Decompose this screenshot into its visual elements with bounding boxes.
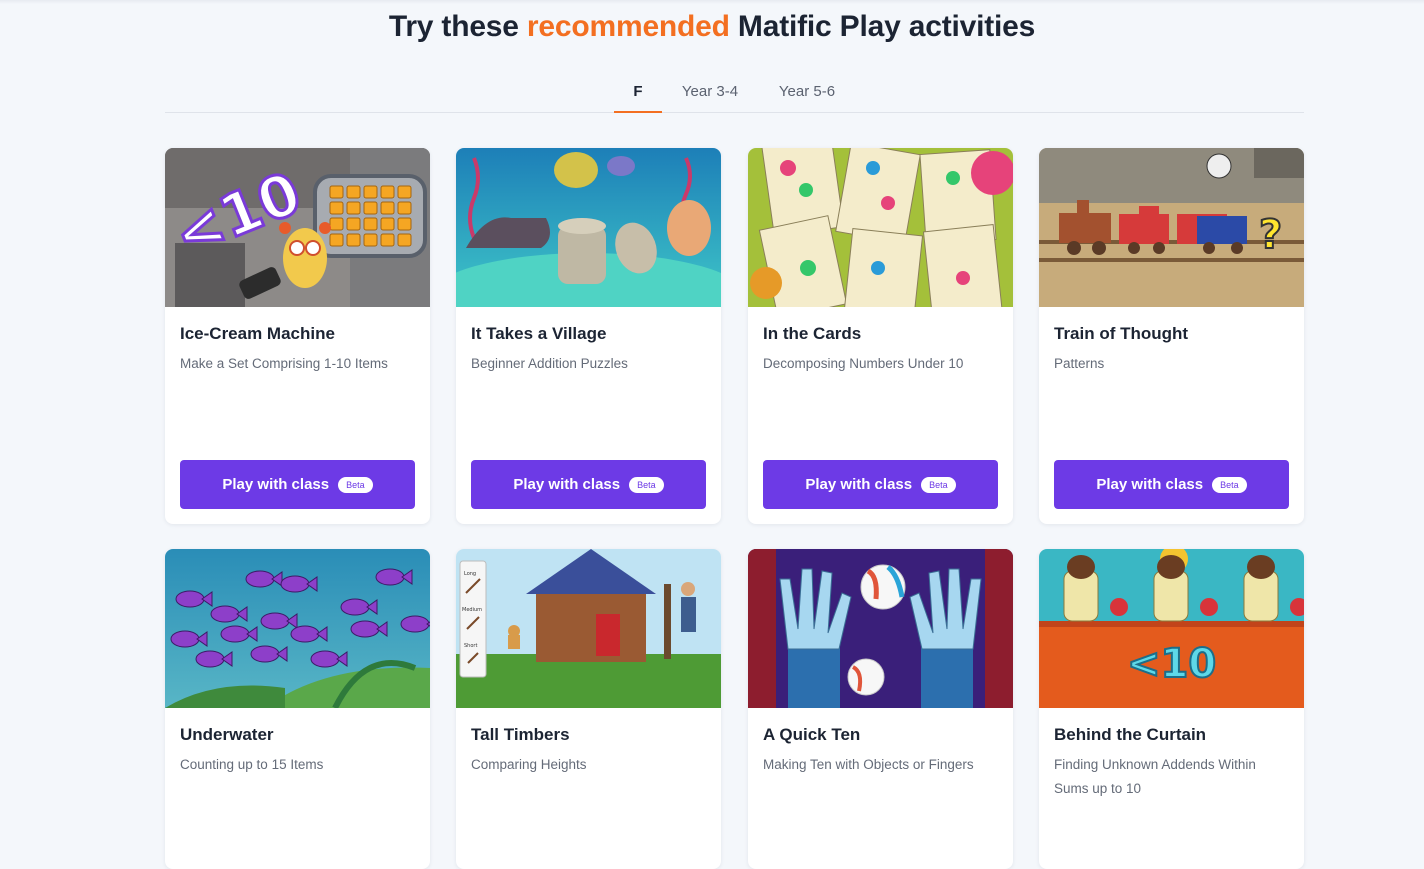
play-with-class-button[interactable]: Play with class Beta [180, 460, 415, 509]
card-title: Behind the Curtain [1054, 725, 1207, 744]
card-subtitle: Make a Set Comprising 1-10 Items [180, 356, 388, 371]
play-with-class-button[interactable]: Play with class Beta [763, 460, 998, 509]
activity-card-a-quick-ten[interactable]: A Quick Ten Making Ten with Objects or F… [748, 549, 1013, 869]
thumb-label-long: Long [464, 571, 476, 577]
page: Try these recommended Matific Play activ… [0, 0, 1424, 869]
activity-card-train-of-thought[interactable]: ? Train of Thought Patterns Play with cl… [1039, 148, 1304, 524]
page-title: Try these recommended Matific Play activ… [0, 10, 1424, 44]
beta-badge: Beta [1212, 476, 1247, 493]
beta-badge: Beta [338, 476, 373, 493]
play-button-label: Play with class [1096, 476, 1204, 493]
thumb-label-short: Short [464, 643, 477, 649]
activity-card-in-the-cards[interactable]: In the Cards Decomposing Numbers Under 1… [748, 148, 1013, 524]
card-title: Underwater [180, 725, 274, 744]
card-subtitle: Counting up to 15 Items [180, 757, 324, 772]
it-takes-a-village-thumbnail [456, 148, 721, 307]
card-title: A Quick Ten [763, 725, 861, 744]
play-button-label: Play with class [513, 476, 621, 493]
underwater-thumbnail [165, 549, 430, 708]
card-title: Ice-Cream Machine [180, 324, 335, 343]
play-button-label: Play with class [222, 476, 330, 493]
a-quick-ten-thumbnail [748, 549, 1013, 708]
tall-timbers-thumbnail: Long Medium Short [456, 549, 721, 708]
card-title: In the Cards [763, 324, 862, 343]
ice-cream-machine-thumbnail: <10 [165, 148, 430, 307]
thumb-label-medium: Medium [462, 607, 482, 613]
train-of-thought-thumbnail: ? [1039, 148, 1304, 307]
title-accent: recommended [526, 10, 730, 43]
card-subtitle: Decomposing Numbers Under 10 [763, 356, 964, 371]
tab-year-3-4[interactable]: Year 3-4 [679, 83, 741, 111]
in-the-cards-thumbnail [748, 148, 1013, 307]
beta-badge: Beta [921, 476, 956, 493]
play-button-label: Play with class [805, 476, 913, 493]
behind-the-curtain-thumbnail: <10 [1039, 549, 1304, 708]
thumb-number-text: <10 [1127, 641, 1216, 687]
title-suffix: Matific Play activities [729, 10, 1036, 43]
grade-tabs: F Year 3-4 Year 5-6 [165, 74, 1304, 113]
title-prefix: Try these [388, 10, 527, 43]
card-title: Train of Thought [1054, 324, 1189, 343]
tab-year-5-6[interactable]: Year 5-6 [776, 83, 838, 111]
card-subtitle: Comparing Heights [471, 757, 587, 772]
thumb-question-mark: ? [1259, 212, 1282, 258]
activity-card-behind-the-curtain[interactable]: <10 Behind the Curtain Finding Unknown A… [1039, 549, 1304, 869]
card-subtitle: Making Ten with Objects or Fingers [763, 757, 974, 772]
card-title: Tall Timbers [471, 725, 570, 744]
tab-f[interactable]: F [614, 83, 662, 113]
beta-badge: Beta [629, 476, 664, 493]
activity-card-it-takes-a-village[interactable]: It Takes a Village Beginner Addition Puz… [456, 148, 721, 524]
card-title: It Takes a Village [471, 324, 607, 343]
play-with-class-button[interactable]: Play with class Beta [1054, 460, 1289, 509]
top-shadow [0, 0, 1424, 4]
activity-card-tall-timbers[interactable]: Long Medium Short Tall Timbers Comparing… [456, 549, 721, 869]
card-subtitle: Finding Unknown Addends Within Sums up t… [1054, 757, 1256, 796]
play-with-class-button[interactable]: Play with class Beta [471, 460, 706, 509]
card-subtitle: Beginner Addition Puzzles [471, 356, 628, 371]
activity-card-ice-cream-machine[interactable]: <10 Ice-Cream Machine Make a Set Compris… [165, 148, 430, 524]
activity-card-underwater[interactable]: Underwater Counting up to 15 Items [165, 549, 430, 869]
card-subtitle: Patterns [1054, 356, 1105, 371]
